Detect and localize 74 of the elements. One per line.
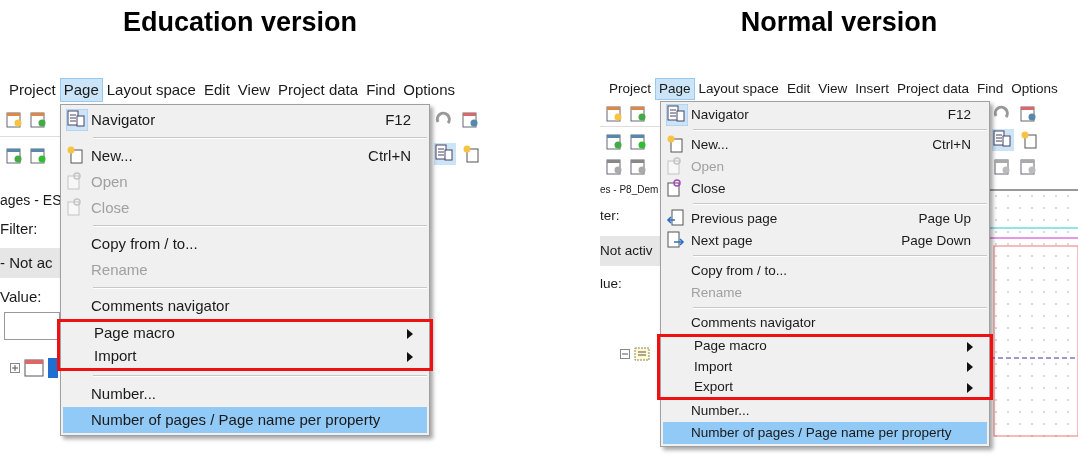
- panel-heading: Normal version: [739, 6, 939, 39]
- menu-bar-item[interactable]: Project: [605, 78, 656, 100]
- toolbar-icon[interactable]: [1018, 156, 1038, 176]
- filter-dropdown[interactable]: - Not ac: [0, 248, 60, 278]
- submenu-arrow-icon: [966, 341, 974, 352]
- menu-item[interactable]: Comments navigator: [663, 312, 987, 334]
- submenu-arrow-icon: [406, 328, 414, 339]
- submenu-arrow-icon: [406, 351, 414, 362]
- filter-dropdown[interactable]: Not activ: [600, 236, 660, 266]
- menu-bar-item[interactable]: Edit: [199, 78, 234, 102]
- value-field[interactable]: [4, 312, 60, 340]
- menu-bar-item[interactable]: Insert: [851, 78, 893, 100]
- filter-label: ter:: [600, 207, 621, 225]
- menu-item[interactable]: Import: [57, 345, 433, 371]
- menu-bar-item[interactable]: Layout space: [694, 78, 783, 100]
- menu-item[interactable]: Previous page Page Up: [663, 208, 987, 230]
- menu-item[interactable]: Copy from / to...: [63, 231, 427, 257]
- menu-bar-item[interactable]: Project data: [274, 78, 363, 102]
- menu-item[interactable]: Number of pages / Page name per property: [63, 407, 427, 433]
- menu-bar-item[interactable]: View: [233, 78, 275, 102]
- new-page-icon[interactable]: [462, 144, 480, 164]
- toolbar-icon[interactable]: [1018, 103, 1038, 123]
- menu-item[interactable]: Navigator F12: [663, 104, 987, 126]
- menu-bar-item[interactable]: Project data: [892, 78, 973, 100]
- submenu-arrow-icon: [966, 382, 974, 393]
- menu-bar-item[interactable]: Options: [1007, 78, 1062, 100]
- toolbar-icon[interactable]: [604, 103, 624, 123]
- menu-item[interactable]: Page macro: [57, 319, 433, 345]
- submenu-arrow-icon: [966, 362, 974, 372]
- toolbar-icon[interactable]: [460, 109, 480, 129]
- menu-bar-item[interactable]: Page: [655, 78, 695, 100]
- value-label: Value:: [0, 287, 43, 307]
- menu-item[interactable]: Export: [657, 378, 993, 400]
- menu-bar-item[interactable]: Options: [399, 78, 459, 102]
- menu-bar-item[interactable]: Project: [5, 78, 60, 102]
- menu-item[interactable]: Number...: [663, 400, 987, 422]
- list-icon: [634, 346, 650, 362]
- selection-marker: [48, 358, 58, 378]
- filter-label: Filter:: [0, 219, 39, 239]
- menu-bar-item[interactable]: Edit: [782, 78, 815, 100]
- value-label: lue:: [600, 275, 623, 293]
- panel-title: es - P8_Dem: [600, 183, 660, 197]
- menu-item[interactable]: Page macro: [657, 334, 993, 356]
- menu-item[interactable]: Copy from / to...: [663, 260, 987, 282]
- menu-bar-item[interactable]: Page: [59, 78, 103, 102]
- menu-bar-item[interactable]: Find: [362, 78, 400, 102]
- menu-item[interactable]: Import: [657, 356, 993, 378]
- collapse-icon[interactable]: [620, 349, 630, 359]
- pages-icon[interactable]: [434, 143, 456, 165]
- panel-heading: Education version: [121, 6, 359, 39]
- menu-item[interactable]: Comments navigator: [63, 293, 427, 319]
- new-page-icon[interactable]: [1020, 130, 1040, 150]
- window-icon: [24, 358, 44, 378]
- menu-item[interactable]: Number of pages / Page name per property: [663, 422, 987, 444]
- menu-bar-item[interactable]: View: [814, 78, 852, 100]
- expand-icon[interactable]: [10, 363, 20, 373]
- menu-item[interactable]: Next page Page Down: [663, 230, 987, 252]
- menu-bar-item[interactable]: Layout space: [102, 78, 200, 102]
- toolbar-icon[interactable]: [628, 103, 648, 123]
- menu-item[interactable]: New... Ctrl+N: [663, 134, 987, 156]
- toolbar-icon[interactable]: [28, 109, 48, 129]
- pages-icon: [666, 104, 688, 126]
- toolbar-icon[interactable]: [4, 109, 24, 129]
- pages-icon: [66, 109, 88, 131]
- pages-icon[interactable]: [992, 129, 1014, 151]
- menu-item[interactable]: Close: [663, 178, 987, 200]
- menu-item[interactable]: Number...: [63, 381, 427, 407]
- menu-item[interactable]: Navigator F12: [63, 107, 427, 133]
- toolbar-icon[interactable]: [628, 156, 648, 176]
- toolbar-icon[interactable]: [604, 156, 624, 176]
- panel-title: ages - ES: [0, 191, 60, 210]
- menu-item[interactable]: New... Ctrl+N: [63, 143, 427, 169]
- toolbar-icon[interactable]: [992, 156, 1012, 176]
- menu-bar-item[interactable]: Find: [973, 78, 1008, 100]
